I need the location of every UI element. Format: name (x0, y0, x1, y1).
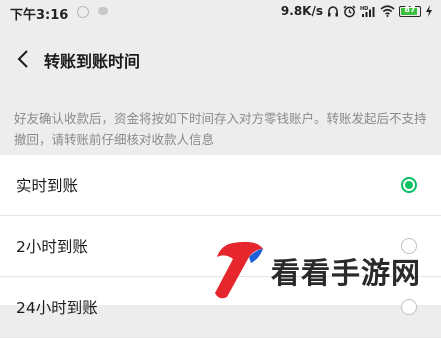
header: 转账到账时间 (0, 40, 441, 80)
hd-signal-icon: HD (360, 6, 375, 17)
page-title: 转账到账时间 (44, 52, 141, 71)
wechat-icon (98, 7, 108, 15)
headphone-icon (328, 6, 338, 17)
battery-level: 87 (404, 4, 416, 14)
description-text: 好友确认收款后，资金将按如下时间存入对方零钱账户。转账发起后不支持撤回，请转账前… (14, 111, 427, 147)
option-label: 2小时到账 (16, 238, 88, 256)
chevron-left-icon[interactable] (14, 48, 34, 70)
option-label: 24小时到账 (16, 299, 98, 317)
status-right-group: 9.8K/s HD 87 (281, 4, 433, 18)
alarm-icon (343, 5, 356, 17)
status-time: 下午3:16 (10, 8, 69, 23)
weibo-icon (77, 6, 89, 18)
radio-checked-icon[interactable] (401, 177, 417, 193)
charging-icon (426, 5, 432, 17)
option-realtime[interactable]: 实时到账 (0, 155, 441, 216)
battery-icon: 87 (399, 4, 421, 17)
watermark: 看看手游网 (205, 236, 441, 305)
wifi-icon (380, 5, 395, 17)
network-speed: 9.8K/s (280, 4, 323, 18)
watermark-logo-icon (215, 241, 263, 299)
watermark-text: 看看手游网 (271, 256, 422, 290)
option-label: 实时到账 (16, 177, 79, 195)
svg-text:HD: HD (360, 6, 368, 12)
status-bar: 下午3:16 9.8K/s HD 87 (0, 0, 441, 26)
